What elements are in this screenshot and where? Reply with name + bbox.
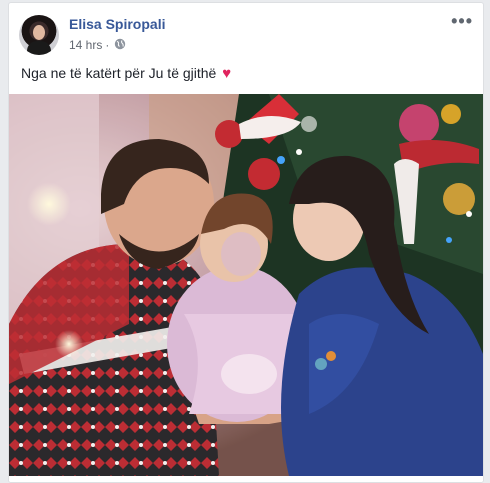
post-timestamp[interactable]: 14 hrs [69, 38, 102, 52]
heart-emoji-icon: ♥ [222, 65, 232, 82]
post-footer [9, 476, 483, 482]
post-text: Nga ne të katërt për Ju të gjithë ♥ [21, 65, 231, 82]
post-photo[interactable] [9, 94, 483, 476]
more-options-button[interactable]: ••• [451, 11, 473, 32]
post-message: Nga ne të katërt për Ju të gjithë [21, 65, 217, 81]
post-card: Elisa Spiropali 14 hrs · ••• Nga ne të ka… [8, 2, 484, 483]
post-meta: 14 hrs · [69, 38, 110, 52]
globe-icon[interactable] [114, 38, 126, 50]
author-avatar[interactable] [19, 15, 59, 55]
author-name-link[interactable]: Elisa Spiropali [69, 16, 165, 32]
